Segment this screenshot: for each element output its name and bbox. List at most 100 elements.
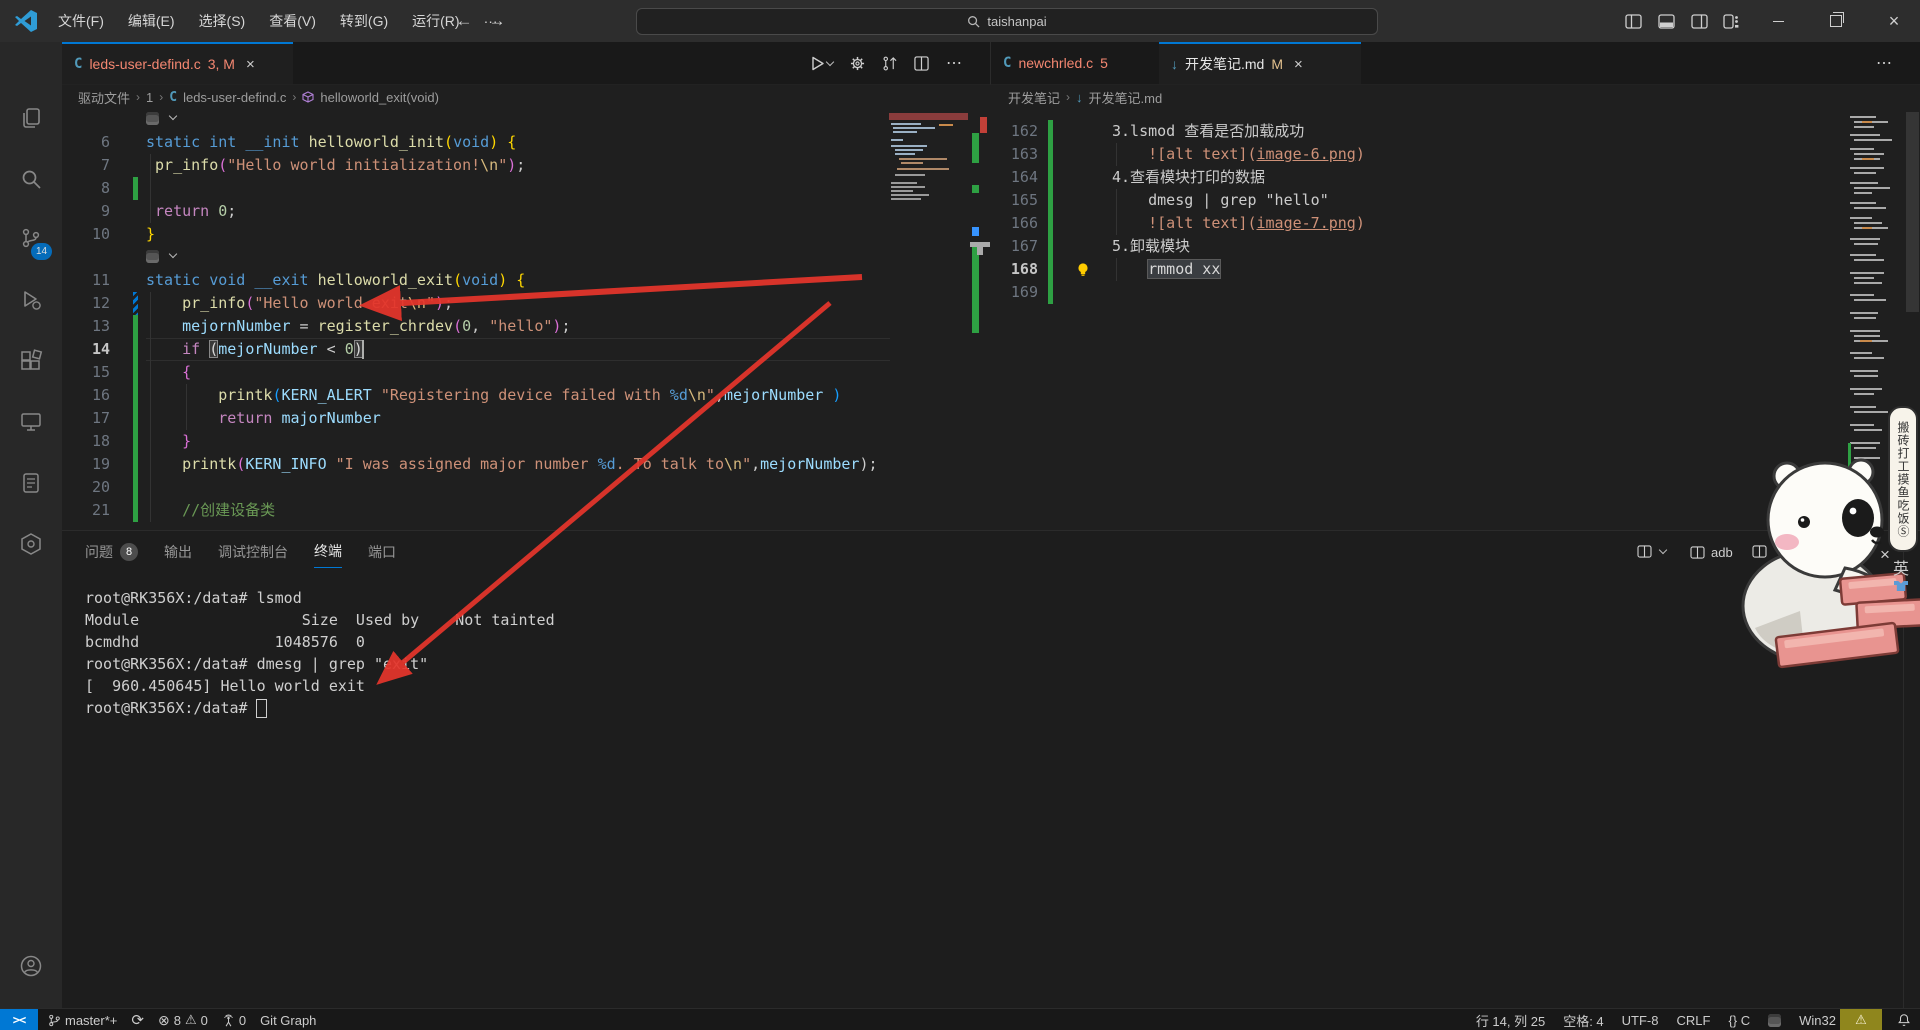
remote-indicator[interactable]: >< — [0, 1009, 38, 1030]
menu-item-1[interactable]: 编辑(E) — [118, 7, 185, 35]
code-line-18[interactable]: 18 } — [62, 430, 890, 453]
panel-tab-0[interactable]: 问题8 — [85, 542, 138, 568]
language-mode-item[interactable]: {} C — [1728, 1013, 1750, 1028]
split-editor-icon[interactable] — [914, 56, 929, 71]
notebook-icon[interactable] — [0, 459, 62, 507]
code-line-12[interactable]: 12 pr_info("Hello world exit\n"); — [62, 292, 890, 315]
minimize-button[interactable] — [1755, 0, 1801, 42]
breadcrumb-folder[interactable]: 1 — [146, 90, 153, 105]
more-actions-icon[interactable]: ⋯ — [1876, 53, 1893, 73]
nav-forward-icon[interactable]: → — [483, 8, 511, 34]
lightbulb-icon[interactable] — [1076, 262, 1090, 277]
tab-dev-notes[interactable]: ↓ 开发笔记.md M × — [1159, 42, 1361, 84]
remote-explorer-icon[interactable] — [0, 398, 62, 446]
minimap-right[interactable] — [1848, 112, 1906, 472]
terminal-line-5[interactable]: root@RK356X:/data# — [85, 697, 257, 719]
breadcrumb-folder[interactable]: 驱动文件 — [78, 88, 130, 107]
more-actions-icon[interactable]: ⋯ — [946, 53, 963, 73]
tab-leds-user-defind[interactable]: C leds-user-defind.c 3, M × — [62, 42, 293, 84]
restore-button[interactable] — [1813, 0, 1859, 42]
panel-tab-3[interactable]: 终端 — [314, 541, 342, 568]
panel-tab-2[interactable]: 调试控制台 — [218, 542, 288, 568]
notifications-bell-icon[interactable] — [1888, 1009, 1920, 1030]
code-editor-left[interactable]: 6static int __init helloworld_init(void)… — [62, 108, 890, 530]
nav-back-icon[interactable]: ← — [450, 8, 478, 34]
code-line-162[interactable]: 1623.lsmod 查看是否加载成功 — [990, 120, 1848, 143]
terminal-line-0[interactable]: root@RK356X:/data# lsmod — [85, 587, 302, 609]
code-line-11[interactable]: 11static void __exit helloworld_exit(voi… — [62, 269, 890, 292]
terminal-tab-adb[interactable]: adb — [1690, 545, 1733, 560]
customize-layout-icon[interactable] — [1716, 9, 1746, 33]
code-line-14[interactable]: 14 if (mejorNumber < 0) — [62, 338, 890, 361]
scrollbar-right[interactable] — [1906, 112, 1919, 312]
sync-changes-item[interactable]: ⟳ — [131, 1011, 144, 1029]
run-code-icon[interactable] — [810, 56, 833, 71]
code-line-13[interactable]: 13 mejornNumber = register_chrdev(0, "he… — [62, 315, 890, 338]
search-input[interactable]: taishanpai — [636, 8, 1378, 35]
terminal-launch-group[interactable] — [1637, 545, 1666, 558]
encoding-item[interactable]: UTF-8 — [1622, 1013, 1659, 1028]
toggle-panel-icon[interactable] — [1651, 9, 1681, 33]
tab-close-icon[interactable]: × — [246, 56, 255, 73]
assistant-plugin-icon[interactable] — [1768, 1014, 1781, 1027]
settings-editor-icon[interactable] — [850, 56, 865, 71]
plugin-icon[interactable] — [0, 520, 62, 568]
code-line-168[interactable]: 168 rmmod xx — [990, 258, 1848, 281]
breadcrumb-file[interactable]: leds-user-defind.c — [183, 90, 286, 105]
tab-newchrled[interactable]: C newchrled.c 5 — [991, 42, 1159, 84]
panel-tab-4[interactable]: 端口 — [368, 542, 396, 568]
panel-tab-1[interactable]: 输出 — [164, 542, 192, 568]
open-changes-icon[interactable] — [882, 56, 897, 71]
terminal-line-3[interactable]: root@RK356X:/data# dmesg | grep "exit" — [85, 653, 428, 675]
code-line-19[interactable]: 19 printk(KERN_INFO "I was assigned majo… — [62, 453, 890, 476]
menu-item-2[interactable]: 选择(S) — [189, 7, 256, 35]
extensions-icon[interactable] — [0, 337, 62, 385]
search-sidebar-icon[interactable] — [0, 155, 62, 203]
code-line-20[interactable]: 20 — [62, 476, 890, 499]
source-control-icon[interactable]: 14 — [0, 214, 62, 262]
menu-item-0[interactable]: 文件(F) — [48, 7, 114, 35]
code-lens-row[interactable] — [62, 108, 890, 131]
cursor-position-item[interactable]: 行 14, 列 25 — [1476, 1011, 1545, 1030]
terminal-line-1[interactable]: Module Size Used by Not tainted — [85, 609, 555, 631]
code-line-6[interactable]: 6static int __init helloworld_init(void)… — [62, 131, 890, 154]
explorer-icon[interactable] — [0, 94, 62, 142]
code-line-7[interactable]: 7 pr_info("Hello world initialization!\n… — [62, 154, 890, 177]
code-line-10[interactable]: 10} — [62, 223, 890, 246]
code-line-15[interactable]: 15 { — [62, 361, 890, 384]
tab-close-icon[interactable]: × — [1294, 56, 1303, 73]
breadcrumb-symbol[interactable]: helloworld_exit(void) — [320, 90, 439, 105]
run-debug-icon[interactable] — [0, 276, 62, 324]
os-item[interactable]: Win32 — [1799, 1013, 1836, 1028]
breadcrumb-folder[interactable]: 开发笔记 — [1008, 88, 1060, 107]
git-graph-item[interactable]: Git Graph — [260, 1013, 316, 1028]
close-button[interactable]: × — [1871, 0, 1917, 42]
code-line-169[interactable]: 169 — [990, 281, 1848, 304]
terminal-line-4[interactable]: [ 960.450645] Hello world exit — [85, 675, 365, 697]
ime-indicator[interactable]: 英 — [1886, 555, 1916, 591]
code-lens-row[interactable] — [62, 246, 890, 269]
code-editor-right[interactable]: 1623.lsmod 查看是否加载成功163 ![alt text](image… — [990, 108, 1848, 530]
toggle-sidebar-icon[interactable] — [1618, 9, 1648, 33]
overview-ruler-left[interactable] — [970, 112, 990, 530]
ports-item[interactable]: 0 — [222, 1013, 246, 1028]
menu-item-4[interactable]: 转到(G) — [330, 7, 398, 35]
code-line-8[interactable]: 8 — [62, 177, 890, 200]
minimap-left[interactable] — [887, 112, 970, 530]
toggle-secondary-sidebar-icon[interactable] — [1684, 9, 1714, 33]
status-warning-tile[interactable]: ⚠ — [1840, 1009, 1882, 1030]
code-line-9[interactable]: 9 return 0; — [62, 200, 890, 223]
code-line-163[interactable]: 163 ![alt text](image-6.png) — [990, 143, 1848, 166]
code-line-16[interactable]: 16 printk(KERN_ALERT "Registering device… — [62, 384, 890, 407]
indentation-item[interactable]: 空格: 4 — [1563, 1011, 1603, 1030]
code-line-21[interactable]: 21 //创建设备类 — [62, 499, 890, 522]
code-line-165[interactable]: 165 dmesg | grep "hello" — [990, 189, 1848, 212]
breadcrumb-file[interactable]: 开发笔记.md — [1089, 88, 1163, 107]
code-line-164[interactable]: 1644.查看模块打印的数据 — [990, 166, 1848, 189]
code-line-166[interactable]: 166 ![alt text](image-7.png) — [990, 212, 1848, 235]
account-icon[interactable] — [0, 942, 62, 990]
problems-item[interactable]: ⊗8 ⚠0 — [158, 1012, 208, 1029]
code-line-167[interactable]: 1675.卸载模块 — [990, 235, 1848, 258]
terminal-line-2[interactable]: bcmdhd 1048576 0 — [85, 631, 365, 653]
eol-item[interactable]: CRLF — [1677, 1013, 1711, 1028]
